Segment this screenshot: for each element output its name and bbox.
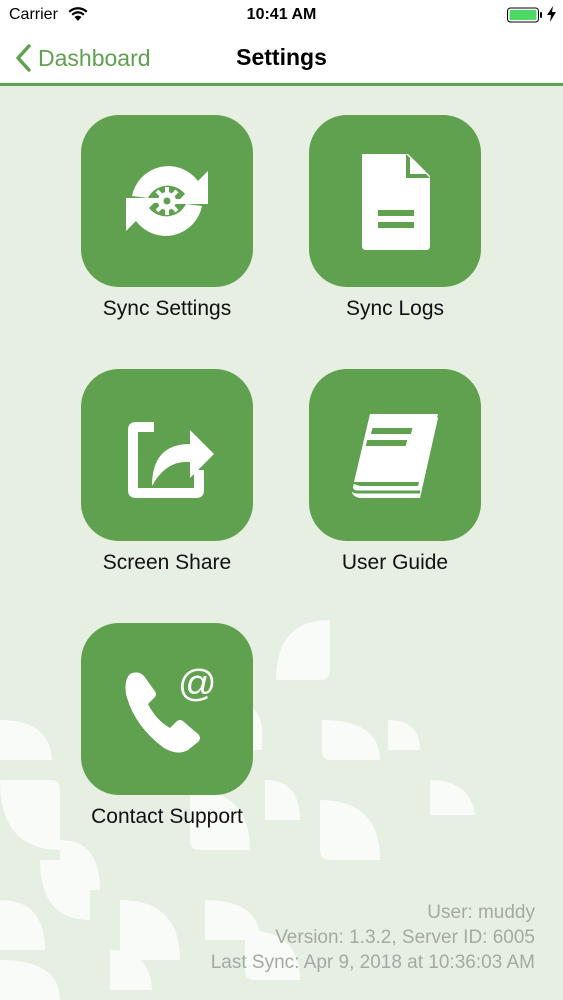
book-icon bbox=[350, 414, 438, 498]
tile-label: User Guide bbox=[341, 551, 449, 574]
tile-label: Screen Share bbox=[102, 551, 232, 574]
tile-icon-container bbox=[309, 369, 481, 541]
page-title: Settings bbox=[236, 44, 327, 70]
svg-text:@: @ bbox=[178, 663, 217, 705]
footer-version: Version: 1.3.2, Server ID: 6005 bbox=[275, 927, 535, 948]
tile-contact-support[interactable]: @ Contact Support bbox=[67, 623, 267, 829]
sync-settings-icon bbox=[126, 166, 208, 236]
tile-icon-container bbox=[81, 369, 253, 541]
tile-label: Sync Logs bbox=[345, 297, 445, 320]
footer-last-sync: Last Sync: Apr 9, 2018 at 10:36:03 AM bbox=[210, 952, 535, 973]
tile-icon-container bbox=[309, 115, 481, 287]
tile-icon-container: @ bbox=[81, 623, 253, 795]
tile-screen-share[interactable]: Screen Share bbox=[67, 369, 267, 575]
bolt-icon bbox=[547, 6, 556, 22]
document-icon bbox=[362, 154, 430, 250]
status-bar: Carrier 10:41 AM bbox=[0, 0, 563, 30]
status-time: 10:41 AM bbox=[246, 6, 317, 23]
tile-label: Sync Settings bbox=[102, 297, 232, 320]
tile-label: Contact Support bbox=[91, 805, 243, 828]
battery-full-icon bbox=[507, 7, 542, 23]
share-icon bbox=[128, 422, 214, 498]
footer-info: User: muddy Version: 1.3.2, Server ID: 6… bbox=[211, 900, 535, 975]
phone-at-icon: @ bbox=[125, 663, 217, 753]
tile-icon-container bbox=[81, 115, 253, 287]
tile-sync-logs[interactable]: Sync Logs bbox=[295, 115, 495, 321]
tile-user-guide[interactable]: User Guide bbox=[295, 369, 495, 575]
tile-sync-settings[interactable]: Sync Settings bbox=[67, 115, 267, 321]
navigation-bar: Dashboard Settings bbox=[0, 30, 563, 86]
footer-user: User: muddy bbox=[427, 902, 535, 923]
